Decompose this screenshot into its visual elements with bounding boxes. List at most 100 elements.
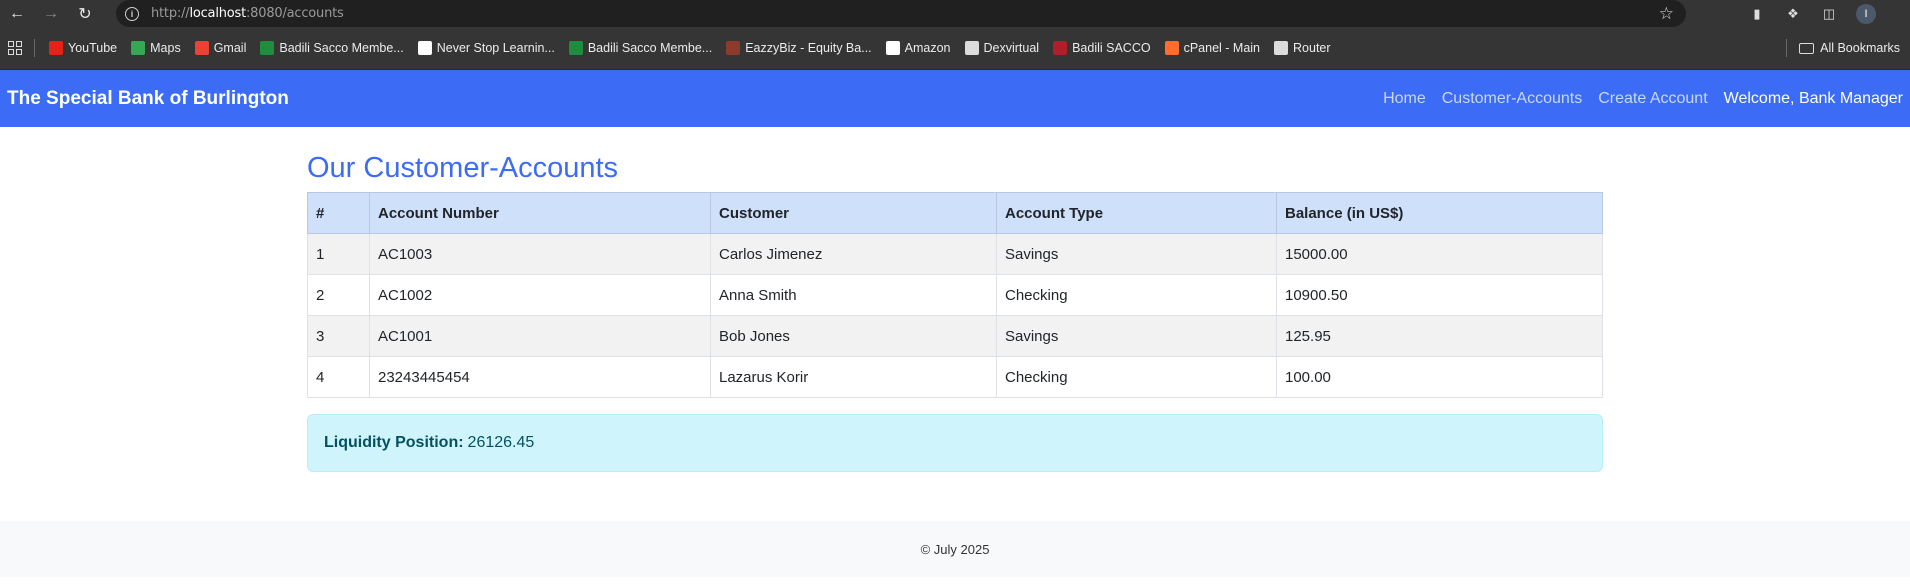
bookmark-list: YouTube Maps Gmail Badili Sacco Membe... Nev… <box>49 41 1345 55</box>
equity-icon <box>726 41 741 55</box>
column-header-balance: Balance (in US$) <box>1276 192 1603 234</box>
cell-account-number: AC1001 <box>369 315 711 357</box>
bookmark-label: Dexvirtual <box>983 41 1040 55</box>
nav-home-link[interactable]: Home <box>1383 90 1426 108</box>
bookmark-item[interactable]: cPanel - Main <box>1164 41 1261 55</box>
bookmark-label: Badili SACCO <box>1072 41 1151 55</box>
site-info-icon[interactable]: i <box>125 6 139 21</box>
bookmark-label: Badili Sacco Membe... <box>587 41 713 55</box>
cell-balance: 100.00 <box>1276 356 1603 398</box>
app-navbar: The Special Bank of Burlington Home Cust… <box>0 70 1910 127</box>
cell-index: 1 <box>307 233 370 275</box>
bookmark-item[interactable]: Badili SACCO <box>1053 41 1151 55</box>
footer-text: © July 2025 <box>920 541 990 557</box>
toolbar-actions: ▮ ❖ ◫ I <box>1748 0 1910 27</box>
bookmark-item[interactable]: Badili Sacco Membe... <box>260 41 404 55</box>
cell-account-number: AC1003 <box>369 233 711 275</box>
bookmark-label: YouTube <box>68 41 118 55</box>
welcome-text: Welcome, Bank Manager <box>1723 89 1903 107</box>
bookmarks-divider <box>34 39 35 57</box>
bookmark-label: EazzyBiz - Equity Ba... <box>745 41 872 55</box>
bookmark-label: Router <box>1293 41 1331 55</box>
bookmark-item[interactable]: YouTube <box>49 41 117 55</box>
maps-icon <box>131 41 146 55</box>
all-bookmarks-button[interactable]: All Bookmarks <box>1786 39 1900 57</box>
url-scheme: http:// <box>151 6 190 21</box>
cell-index: 3 <box>307 315 370 357</box>
page-title: Our Customer-Accounts <box>307 152 619 184</box>
table-header-row: # Account Number Customer Account Type B… <box>307 192 1603 234</box>
forward-icon[interactable]: → <box>34 0 68 27</box>
column-header-account-type: Account Type <box>996 192 1277 234</box>
cell-account-type: Checking <box>996 274 1277 316</box>
bookmark-label: Badili Sacco Membe... <box>279 41 404 55</box>
bookmark-item[interactable]: EazzyBiz - Equity Ba... <box>726 41 872 55</box>
globe-icon <box>1274 41 1289 55</box>
bookmarks-divider <box>1786 39 1788 57</box>
youtube-icon <box>49 41 63 55</box>
triangle-icon <box>417 41 432 55</box>
cell-account-number: AC1002 <box>369 274 711 316</box>
browser-toolbar: ← → ↻ i http://localhost:8080/accounts ☆… <box>0 0 1910 27</box>
liquidity-value: 26126.45 <box>467 434 535 451</box>
cell-index: 4 <box>307 356 370 398</box>
cell-customer: Lazarus Korir <box>710 356 997 398</box>
bookmark-item[interactable]: Amazon <box>885 41 951 55</box>
bookmarks-bar: YouTube Maps Gmail Badili Sacco Membe... Nev… <box>0 27 1910 70</box>
bookmark-label: Maps <box>150 41 181 55</box>
table-row: 3 AC1001 Bob Jones Savings 125.95 <box>307 315 1603 357</box>
bookmark-label: Gmail <box>213 41 247 55</box>
all-bookmarks-label: All Bookmarks <box>1820 41 1900 55</box>
cpanel-icon <box>1164 41 1179 55</box>
cell-balance: 15000.00 <box>1276 233 1603 275</box>
cell-balance: 125.95 <box>1276 315 1603 357</box>
nav-customer-accounts-link[interactable]: Customer-Accounts <box>1442 90 1583 108</box>
profile-avatar[interactable]: I <box>1856 3 1876 24</box>
bookmark-label: Never Stop Learnin... <box>436 41 555 55</box>
liquidity-label: Liquidity Position: <box>324 434 464 451</box>
sheets-icon <box>568 41 583 55</box>
extensions-icon[interactable]: ❖ <box>1784 6 1802 22</box>
bookmark-label: cPanel - Main <box>1183 41 1261 55</box>
column-header-account-number: Account Number <box>369 192 711 234</box>
bookmark-item[interactable]: Badili Sacco Membe... <box>568 41 713 55</box>
reload-icon[interactable]: ↻ <box>68 0 102 27</box>
apps-grid-icon[interactable] <box>8 41 22 55</box>
column-header-index: # <box>307 192 370 234</box>
table-row: 4 23243445454 Lazarus Korir Checking 100.00 <box>307 356 1603 398</box>
main-content: Our Customer-Accounts # Account Number C… <box>307 152 1603 472</box>
sacco-icon <box>1053 41 1068 55</box>
cell-customer: Bob Jones <box>710 315 997 357</box>
url-text[interactable]: http://localhost:8080/accounts <box>151 6 344 21</box>
gmail-icon <box>194 41 209 55</box>
page-footer: © July 2025 <box>0 521 1910 577</box>
sheets-icon <box>260 41 275 55</box>
back-icon[interactable]: ← <box>0 0 34 27</box>
address-bar[interactable]: i http://localhost:8080/accounts ☆ <box>116 0 1686 27</box>
globe-icon <box>964 41 979 55</box>
cell-customer: Anna Smith <box>710 274 997 316</box>
cell-account-number: 23243445454 <box>369 356 711 398</box>
amazon-icon <box>885 41 900 55</box>
cell-account-type: Savings <box>996 315 1277 357</box>
tab-search-icon[interactable]: ◫ <box>1820 6 1838 22</box>
bookmark-label: Amazon <box>904 41 951 55</box>
bookmark-star-icon[interactable]: ☆ <box>1659 4 1674 24</box>
cell-customer: Carlos Jimenez <box>710 233 997 275</box>
accounts-table: # Account Number Customer Account Type B… <box>307 192 1603 398</box>
brand-title[interactable]: The Special Bank of Burlington <box>7 88 289 110</box>
cell-account-type: Savings <box>996 233 1277 275</box>
cell-account-type: Checking <box>996 356 1277 398</box>
bookmark-item[interactable]: Never Stop Learnin... <box>417 41 555 55</box>
nav-create-account-link[interactable]: Create Account <box>1598 90 1707 108</box>
bookmark-item[interactable]: Dexvirtual <box>964 41 1040 55</box>
url-path: :8080/accounts <box>246 6 344 21</box>
cell-balance: 10900.50 <box>1276 274 1603 316</box>
bookmark-item[interactable]: Router <box>1274 41 1331 55</box>
column-header-customer: Customer <box>710 192 997 234</box>
bookmark-item[interactable]: Gmail <box>194 41 247 55</box>
media-icon[interactable]: ▮ <box>1748 6 1766 22</box>
folder-icon <box>1799 42 1815 54</box>
table-row: 1 AC1003 Carlos Jimenez Savings 15000.00 <box>307 233 1603 275</box>
bookmark-item[interactable]: Maps <box>131 41 181 55</box>
